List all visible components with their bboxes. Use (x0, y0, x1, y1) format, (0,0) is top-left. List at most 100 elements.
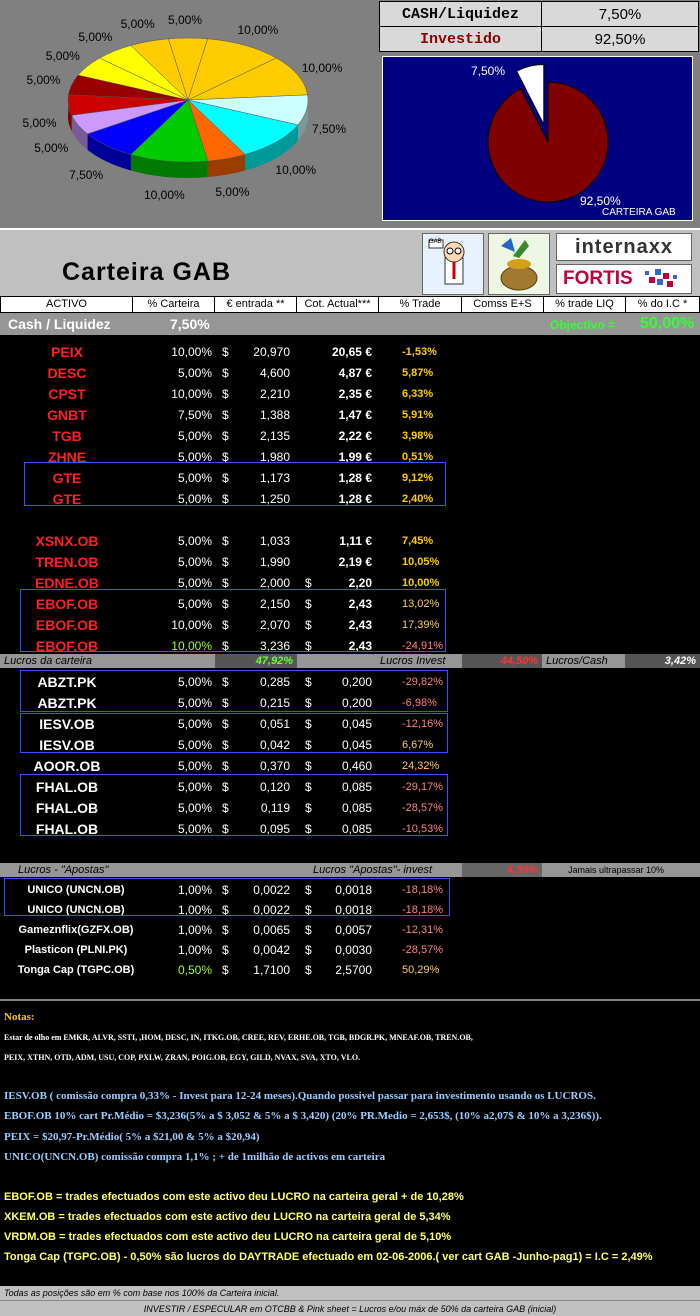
portfolio-profit-value: 47,92% (215, 654, 297, 668)
pie-slice-label: 10,00% (275, 163, 317, 178)
trade-pct: 3,98% (402, 430, 434, 442)
notes-section: Notas: Estar de olho em EMKR, ALVR, SSTI… (0, 999, 700, 1286)
pie-slice-label: 5,00% (22, 115, 57, 130)
cash-label: Cash / Liquidez (8, 316, 111, 332)
summary-row-cash: CASH/Liquidez 7,50% (379, 1, 699, 27)
pie-slice-label: 7,50% (69, 167, 104, 182)
entry-currency: $ (222, 408, 229, 422)
pie-slice-label: 7,50% (312, 122, 347, 137)
trade-pct: 6,33% (402, 388, 434, 400)
asset-name: Plasticon (PLNI.PK) (24, 944, 128, 956)
summary-invested-label: Investido (379, 26, 542, 52)
current-quote: 1,47 € (338, 408, 372, 422)
bets-profit-label: Lucros - "Apostas" (18, 864, 109, 876)
bets-invest-label: Lucros "Apostas"- invest (313, 864, 433, 876)
asset-weight: 5,00% (177, 366, 212, 380)
entry-price: 1,033 (259, 534, 290, 548)
asset-name: TGB (52, 428, 82, 444)
trade-pct: 50,29% (402, 964, 440, 976)
cash-pct: 7,50% (170, 316, 210, 332)
asset-name: CPST (48, 386, 86, 402)
asset-name: GNBT (47, 407, 87, 423)
fortis-logo: FORTIS (556, 264, 692, 294)
asset-name: TREN.OB (35, 554, 99, 570)
header-comissao: Comss E+S (462, 296, 544, 313)
cash-slice-label: 7,50% (471, 64, 505, 78)
bets-limit-note: Jamais ultrapassar 10% (568, 865, 665, 875)
title-band: Carteira GAB GAB internaxx FORTIS (0, 228, 700, 296)
asset-weight: 0,50% (177, 963, 212, 977)
entry-currency: $ (222, 943, 229, 957)
summary-cash-label: CASH/Liquidez (379, 1, 542, 27)
pie-chart-title: CARTEIRA GAB (602, 207, 676, 218)
current-quote: 1,11 € (339, 534, 372, 548)
header-ic: % do I.C * (626, 296, 700, 313)
group-box-fhal (20, 774, 448, 836)
group-box-gte (24, 462, 446, 506)
entry-currency: $ (222, 555, 229, 569)
table-row: Gameznflix(GZFX.OB) 1,00% $0,0065 $0,0057 -1… (0, 920, 700, 941)
footer-note-invest: INVESTIR / ESPECULAR em OTCBB & Pink she… (0, 1300, 700, 1316)
entry-currency: $ (222, 534, 229, 548)
header-activo: ACTIVO (0, 296, 133, 313)
invested-slice-label: 92,50% (580, 194, 621, 208)
asset-weight: 5,00% (177, 429, 212, 443)
money-bag-logo (488, 233, 550, 295)
trade-pct: 5,91% (402, 409, 434, 421)
note-xkem-profit: XKEM.OB = trades efectuados com este act… (4, 1211, 451, 1223)
asset-name: XSNX.OB (35, 533, 99, 549)
trade-pct: 7,45% (402, 535, 434, 547)
current-quote: 2,19 € (338, 555, 372, 569)
invest-profit-value: 44,50% (462, 654, 542, 668)
asset-weight: 1,00% (177, 923, 212, 937)
current-quote: 4,87 € (338, 366, 372, 380)
cash-invested-pie-chart: 7,50% 92,50%CARTEIRA GAB (471, 63, 676, 218)
asset-weight: 5,00% (177, 555, 212, 569)
entry-price: 4,600 (259, 366, 290, 380)
header-cotacao: Cot. Actual*** (297, 296, 379, 313)
fortis-logo-text: FORTIS (563, 268, 633, 289)
group-box-iesv (20, 713, 448, 753)
internaxx-logo: internaxx (556, 233, 692, 261)
asset-weight: 10,00% (171, 387, 212, 401)
pie-slice-label: 5,00% (120, 17, 155, 32)
entry-currency: $ (222, 429, 229, 443)
page-title: Carteira GAB (62, 258, 231, 286)
quote-currency: $ (305, 963, 312, 977)
cash-profit-value: 3,42% (625, 654, 700, 668)
group-box-unico (4, 878, 450, 916)
asset-name: Gameznflix(GZFX.OB) (18, 924, 134, 936)
trade-pct: -1,53% (402, 346, 437, 358)
trade-pct: 5,87% (402, 367, 434, 379)
pie-slice-label: 5,00% (34, 141, 69, 156)
chart-area: 5,00% 10,00% 10,00% 7,50% 10,00% 5,00% 10,00% 7… (0, 0, 700, 228)
header-entrada: € entrada ** (215, 296, 297, 313)
entry-price: 0,0042 (253, 943, 290, 957)
note-peix: PEIX = $20,97-Pr.Médio( 5% a $21,00 & 5%… (4, 1131, 260, 1143)
pie-slice-label: 10,00% (301, 60, 343, 75)
watch-list-2: PEIX, XTHN, OTD, ADM, USU, COP, PXLW, ZR… (4, 1053, 361, 1062)
header-carteira: % Carteira (133, 296, 215, 313)
asset-weight: 7,50% (177, 408, 212, 422)
group-box-ebof (20, 589, 446, 652)
invest-profit-label: Lucros Invest (380, 655, 446, 667)
entry-price: 2,135 (259, 429, 290, 443)
entry-price: 2,210 (259, 387, 290, 401)
objective-label: Objectivo = (550, 318, 616, 332)
entry-currency: $ (222, 923, 229, 937)
pie-slice-label: 5,00% (26, 73, 61, 88)
pie-slice-label: 5,00% (215, 184, 250, 199)
quote-currency: $ (305, 923, 312, 937)
entry-currency: $ (222, 366, 229, 380)
quote-currency: $ (305, 943, 312, 957)
trade-pct: -28,57% (402, 944, 443, 956)
table-row: XSNX.OB 5,00% $1,033 1,11 € 7,45% (0, 531, 700, 552)
money-bag-icon (500, 238, 538, 291)
summary-cash-value: 7,50% (541, 1, 699, 27)
entry-price: 1,990 (259, 555, 290, 569)
asset-name: PEIX (51, 344, 83, 360)
group-box-abzt (20, 670, 448, 712)
pie-slice-label: 5,00% (168, 13, 203, 27)
entry-price: 0,0065 (253, 923, 290, 937)
footer-note-positions: Todas as posições são em % com base nos … (0, 1286, 700, 1300)
